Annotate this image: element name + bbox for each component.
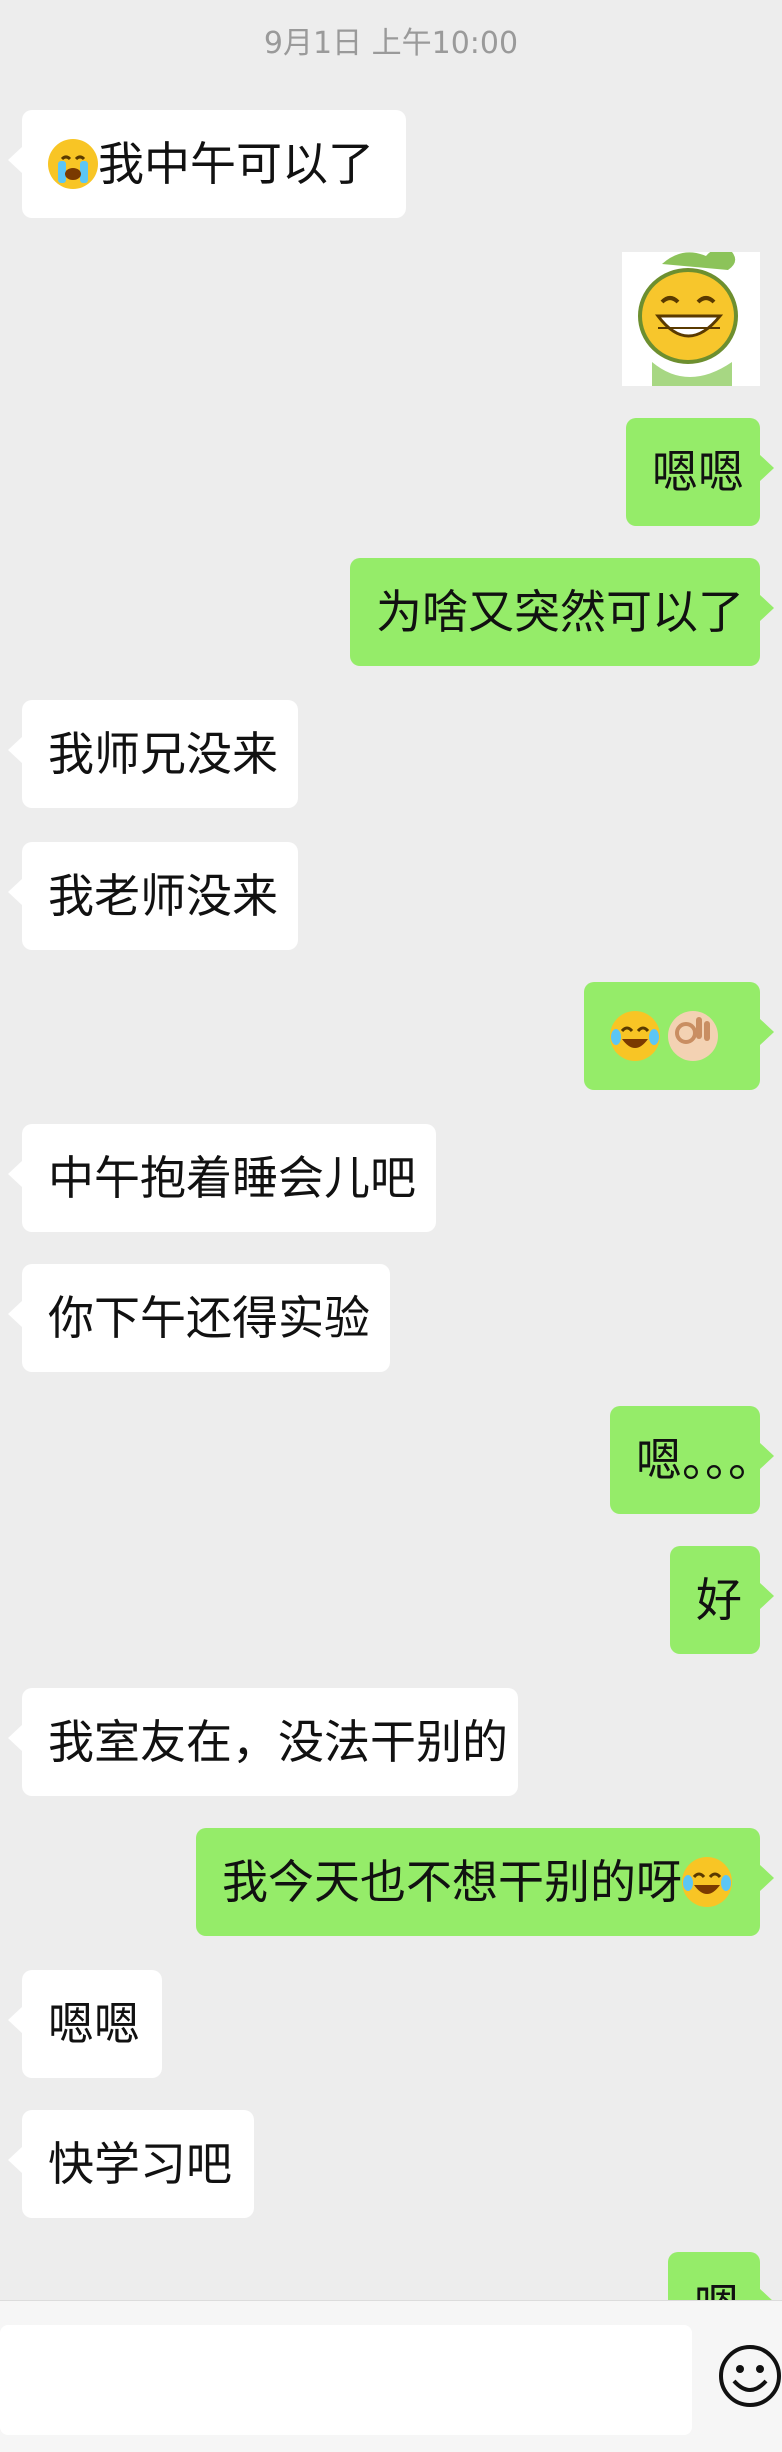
incoming-message-bubble[interactable]: 我老师没来	[8, 842, 298, 950]
outgoing-message-bubble[interactable]: 我今天也不想干别的呀	[196, 1828, 774, 1936]
tears-of-joy-icon	[610, 1011, 660, 1061]
message-input[interactable]	[0, 2325, 692, 2435]
outgoing-message-bubble[interactable]: 嗯。。。	[610, 1406, 774, 1514]
incoming-message-bubble[interactable]: 我师兄没来	[8, 700, 298, 808]
outgoing-message-bubble[interactable]: 好	[670, 1546, 774, 1654]
incoming-message-bubble[interactable]: 中午抱着睡会儿吧	[8, 1124, 436, 1232]
message-text: 嗯嗯	[652, 445, 744, 499]
crying-face-icon	[48, 139, 98, 189]
message-timestamp: 9月1日 上午10:00	[263, 26, 519, 61]
message-text: 我室友在，没法干别的	[48, 1715, 508, 1769]
incoming-message-bubble[interactable]: 快学习吧	[8, 2110, 254, 2218]
message-text: 中午抱着睡会儿吧	[48, 1151, 416, 1205]
incoming-message-bubble[interactable]: 你下午还得实验	[8, 1264, 390, 1372]
smiley-icon	[719, 2345, 781, 2407]
message-text: 好	[696, 1573, 742, 1627]
smiling-bean-sticker[interactable]	[622, 248, 760, 386]
message-text: 你下午还得实验	[48, 1291, 370, 1345]
input-bar	[0, 2300, 782, 2452]
tears-of-joy-icon	[682, 1857, 732, 1907]
outgoing-message-bubble[interactable]: 嗯嗯	[626, 418, 774, 526]
message-text: 嗯嗯	[48, 1997, 140, 2051]
message-text: 嗯。。。	[636, 1433, 774, 1487]
outgoing-message-bubble[interactable]	[584, 982, 774, 1090]
message-text: 为啥又突然可以了	[376, 585, 744, 639]
message-text: 我今天也不想干别的呀	[222, 1855, 682, 1909]
message-text: 我师兄没来	[48, 727, 278, 781]
incoming-message-bubble[interactable]: 我室友在，没法干别的	[8, 1688, 518, 1796]
incoming-message-bubble[interactable]: 我中午可以了	[8, 110, 406, 218]
emoji-button[interactable]	[718, 2341, 782, 2411]
outgoing-message-bubble[interactable]: 为啥又突然可以了	[350, 558, 774, 666]
message-text: 我中午可以了	[98, 137, 374, 191]
ok-hand-icon	[668, 1011, 718, 1061]
incoming-message-bubble[interactable]: 嗯嗯	[8, 1970, 162, 2078]
message-text: 我老师没来	[48, 869, 278, 923]
message-text: 快学习吧	[48, 2137, 232, 2191]
